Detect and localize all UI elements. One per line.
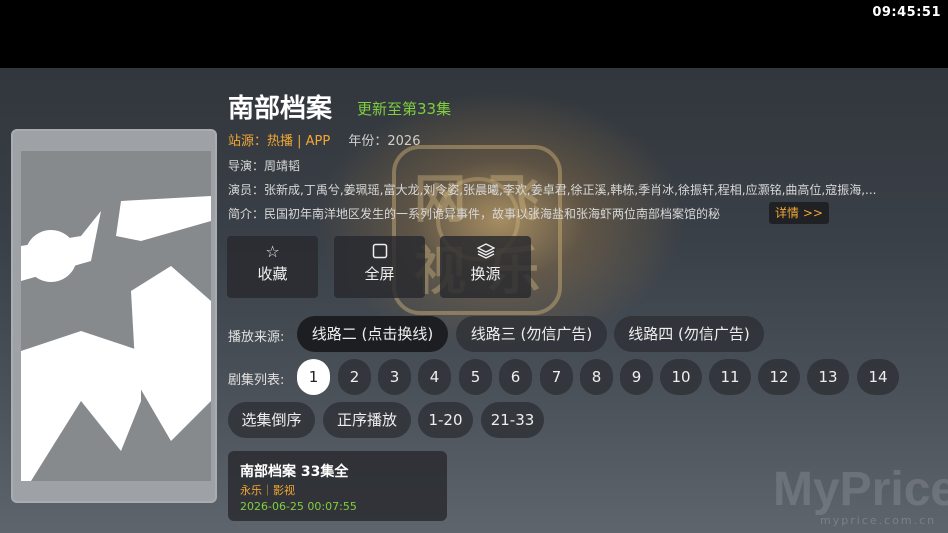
- episode-button[interactable]: 9: [620, 359, 653, 395]
- episode-button[interactable]: 8: [580, 359, 613, 395]
- episode-button[interactable]: 1: [297, 359, 330, 395]
- episode-button[interactable]: 12: [758, 359, 800, 395]
- source-label: 站源：: [228, 134, 268, 149]
- favorite-button[interactable]: ☆ 收藏: [227, 236, 318, 298]
- play-source-label: 播放来源:: [228, 330, 285, 345]
- year-label: 年份：: [348, 134, 388, 149]
- episode-range-tab[interactable]: 1-20: [418, 402, 473, 438]
- episode-button[interactable]: 14: [857, 359, 899, 395]
- card-subtitle: 永乐｜影视: [240, 484, 295, 497]
- fullscreen-button[interactable]: 全屏: [334, 236, 425, 298]
- switch-source-button[interactable]: 换源: [440, 236, 531, 298]
- layers-icon: [475, 243, 496, 261]
- update-status: 更新至第33集: [357, 100, 452, 118]
- image-placeholder-icon: [21, 151, 211, 481]
- reverse-order-button[interactable]: 选集倒序: [228, 402, 315, 438]
- fullscreen-icon: [370, 243, 390, 261]
- fullscreen-label: 全屏: [364, 265, 395, 283]
- source-line: 站源：热播 | APP 年份：2026: [228, 130, 420, 149]
- episode-button[interactable]: 2: [338, 359, 371, 395]
- episode-list-label: 剧集列表:: [228, 373, 285, 388]
- director: 导演：周靖韬: [228, 159, 301, 173]
- episode-button[interactable]: 10: [660, 359, 702, 395]
- card-date: 2026-06-25 00:07:55: [240, 500, 357, 513]
- poster-image[interactable]: [11, 129, 217, 503]
- source-value: 热播 | APP: [267, 134, 331, 149]
- cast: 演员：张新成,丁禹兮,姜珮瑶,富大龙,刘令姿,张晨曦,李欢,姜卓君,徐正溪,韩栋…: [228, 183, 877, 197]
- clock: 09:45:51: [872, 5, 941, 20]
- sequential-play-button[interactable]: 正序播放: [323, 402, 411, 438]
- play-source-option[interactable]: 线路四 (勿信广告): [614, 316, 764, 352]
- poster-placeholder: [21, 151, 211, 481]
- play-source-option[interactable]: 线路二 (点击换线): [297, 316, 448, 352]
- watermark-url: myprice.com.cn: [820, 514, 937, 527]
- detail-button[interactable]: 详情 >>: [769, 202, 829, 224]
- episode-button[interactable]: 5: [459, 359, 492, 395]
- watermark: MyPrice: [773, 463, 948, 516]
- episode-button[interactable]: 7: [540, 359, 573, 395]
- favorite-label: 收藏: [257, 265, 288, 283]
- switch-source-label: 换源: [470, 265, 501, 283]
- status-bar: 09:45:51: [0, 0, 948, 68]
- source-card[interactable]: 南部档案 33集全 永乐｜影视 2026-06-25 00:07:55: [228, 451, 447, 521]
- episode-button[interactable]: 3: [378, 359, 411, 395]
- play-source-option[interactable]: 线路三 (勿信广告): [456, 316, 607, 352]
- synopsis: 简介：民国初年南洋地区发生的一系列诡异事件，故事以张海盐和张海虾两位南部档案馆的…: [228, 207, 721, 221]
- star-icon: ☆: [265, 242, 280, 261]
- episode-button[interactable]: 13: [807, 359, 849, 395]
- page-title: 南部档案: [228, 94, 333, 124]
- episode-button[interactable]: 11: [709, 359, 751, 395]
- episode-range-tab[interactable]: 21-33: [481, 402, 544, 438]
- episode-button[interactable]: 4: [418, 359, 451, 395]
- card-title: 南部档案 33集全: [240, 464, 349, 480]
- year-value: 2026: [387, 134, 421, 149]
- episode-button[interactable]: 6: [499, 359, 532, 395]
